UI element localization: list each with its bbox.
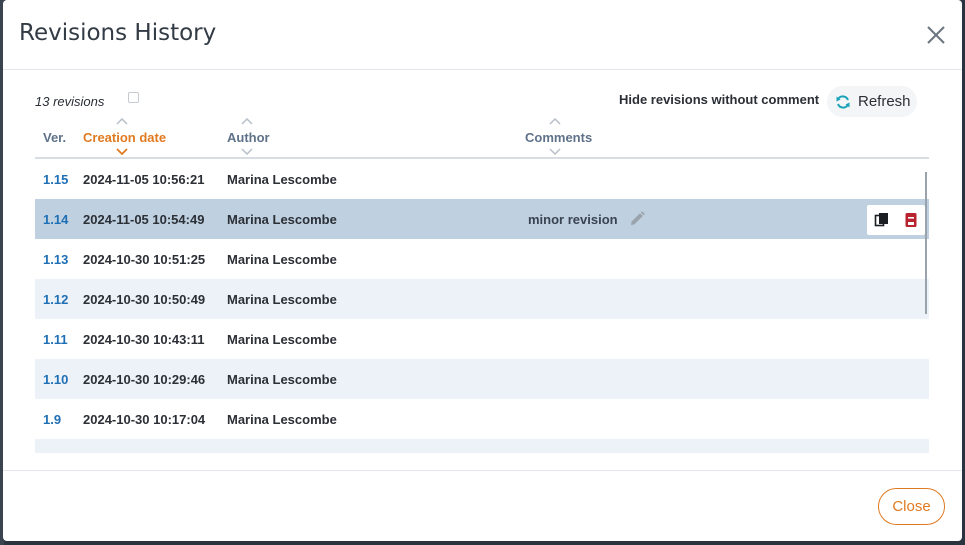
column-header-creation-date[interactable]: Creation date xyxy=(83,130,166,145)
table-row[interactable]: 1.12 2024-10-30 10:50:49 Marina Lescombe xyxy=(35,279,929,319)
version-link[interactable]: 1.13 xyxy=(43,252,68,267)
dialog-header: Revisions History xyxy=(3,0,962,70)
delete-icon[interactable] xyxy=(903,212,919,228)
author: Marina Lescombe xyxy=(227,252,337,267)
table-row[interactable] xyxy=(35,439,929,453)
sort-down-icon[interactable] xyxy=(241,148,253,155)
version-link[interactable]: 1.15 xyxy=(43,172,68,187)
footer-divider xyxy=(3,470,962,471)
table-row[interactable]: 1.15 2024-11-05 10:56:21 Marina Lescombe xyxy=(35,159,929,199)
table-row[interactable]: 1.13 2024-10-30 10:51:25 Marina Lescombe xyxy=(35,239,929,279)
sort-up-icon[interactable] xyxy=(549,118,561,125)
version-link[interactable]: 1.11 xyxy=(43,332,68,347)
comment: minor revision xyxy=(528,212,618,227)
copy-icon[interactable] xyxy=(874,212,890,228)
hide-without-comment-toggle[interactable]: Hide revisions without comment xyxy=(619,92,819,107)
version-link[interactable]: 1.12 xyxy=(43,292,68,307)
creation-date: 2024-10-30 10:29:46 xyxy=(83,372,206,387)
column-header-ver[interactable]: Ver. xyxy=(43,130,66,145)
version-link[interactable]: 1.10 xyxy=(43,372,68,387)
refresh-icon xyxy=(836,94,850,109)
scrollbar[interactable] xyxy=(925,172,927,314)
close-button[interactable]: Close xyxy=(878,488,945,525)
table-row[interactable]: 1.9 2024-10-30 10:17:04 Marina Lescombe xyxy=(35,399,929,439)
author: Marina Lescombe xyxy=(227,172,337,187)
author: Marina Lescombe xyxy=(227,212,337,227)
refresh-button[interactable]: Refresh xyxy=(827,86,917,117)
sort-up-icon[interactable] xyxy=(241,118,253,125)
creation-date: 2024-10-30 10:17:04 xyxy=(83,412,206,427)
sort-down-icon[interactable] xyxy=(116,148,128,155)
version-link[interactable]: 1.14 xyxy=(43,212,68,227)
table-row[interactable]: 1.10 2024-10-30 10:29:46 Marina Lescombe xyxy=(35,359,929,399)
author: Marina Lescombe xyxy=(227,332,337,347)
version-link[interactable]: 1.9 xyxy=(43,412,61,427)
sort-up-icon[interactable] xyxy=(116,118,128,125)
revisions-table: 1.15 2024-11-05 10:56:21 Marina Lescombe… xyxy=(35,159,929,453)
sort-down-icon[interactable] xyxy=(549,148,561,155)
table-row[interactable]: 1.14 2024-11-05 10:54:49 Marina Lescombe… xyxy=(35,199,929,239)
author: Marina Lescombe xyxy=(227,292,337,307)
row-actions xyxy=(867,205,925,235)
author: Marina Lescombe xyxy=(227,412,337,427)
creation-date: 2024-10-30 10:43:11 xyxy=(83,332,205,347)
revision-count: 13 revisions xyxy=(35,94,105,109)
close-icon[interactable] xyxy=(923,22,949,48)
column-header-author[interactable]: Author xyxy=(227,130,270,145)
creation-date: 2024-11-05 10:56:21 xyxy=(83,172,205,187)
creation-date: 2024-11-05 10:54:49 xyxy=(83,212,205,227)
creation-date: 2024-10-30 10:50:49 xyxy=(83,292,206,307)
refresh-label: Refresh xyxy=(858,93,911,110)
table-row[interactable]: 1.11 2024-10-30 10:43:11 Marina Lescombe xyxy=(35,319,929,359)
author: Marina Lescombe xyxy=(227,372,337,387)
select-all-checkbox[interactable] xyxy=(128,92,139,103)
dialog-title: Revisions History xyxy=(19,20,217,46)
pencil-icon[interactable] xyxy=(628,210,646,228)
revisions-dialog: Revisions History 13 revisions Hide revi… xyxy=(3,0,962,541)
column-header-comments[interactable]: Comments xyxy=(525,130,592,145)
creation-date: 2024-10-30 10:51:25 xyxy=(83,252,206,267)
